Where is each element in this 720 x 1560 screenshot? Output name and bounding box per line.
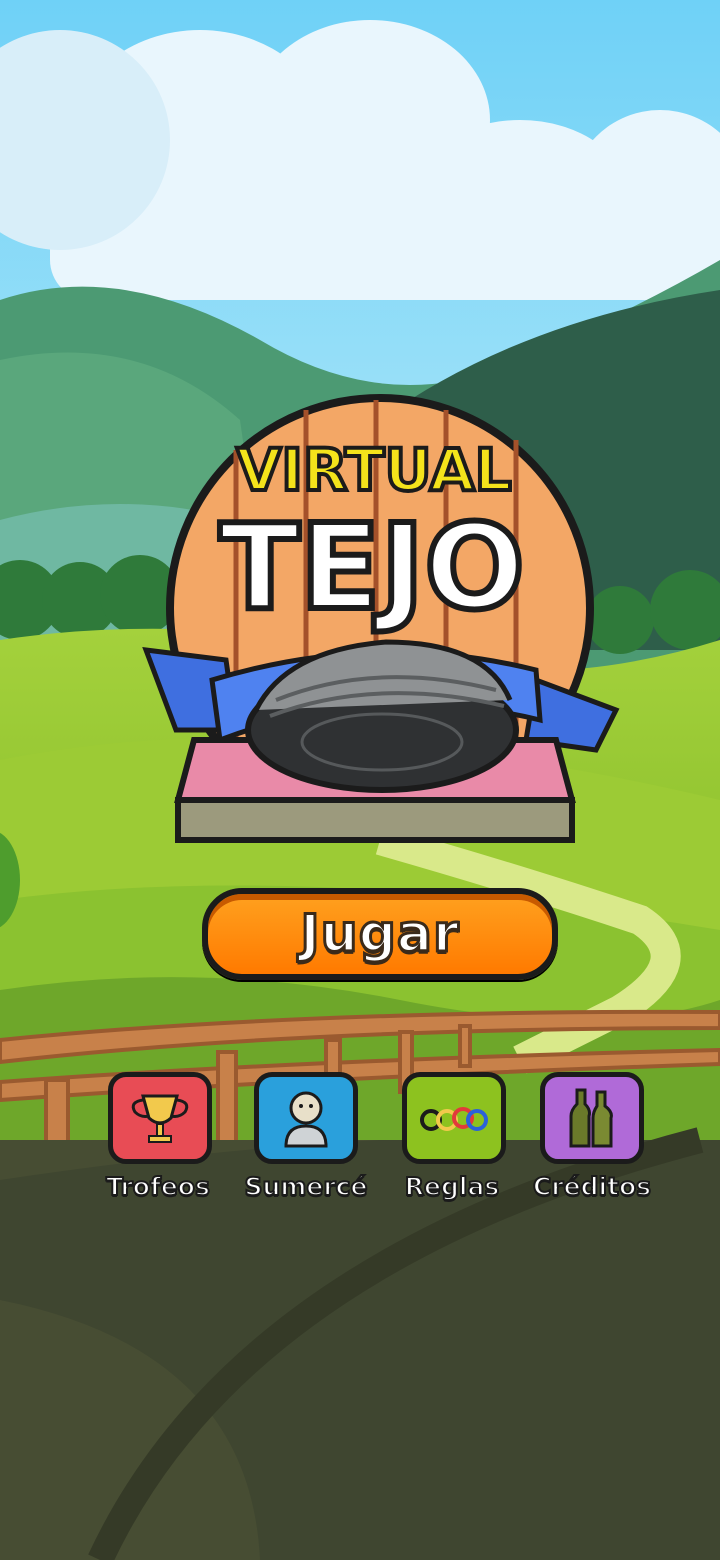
profile-button[interactable]	[254, 1072, 358, 1164]
game-logo: VIRTUAL TEJO	[142, 394, 620, 843]
trophies-button[interactable]	[108, 1072, 212, 1164]
credits-button[interactable]	[540, 1072, 644, 1164]
play-button[interactable]: Jugar	[202, 888, 558, 980]
menu-label-rules: Reglas	[404, 1171, 500, 1202]
menu-label-trophies: Trofeos	[105, 1171, 211, 1202]
play-button-label: Jugar	[299, 903, 460, 966]
rules-button[interactable]	[402, 1072, 506, 1164]
trophy-icon	[131, 1094, 189, 1143]
menu-label-profile: Sumercé	[244, 1171, 369, 1202]
credits-bottles-icon	[569, 1088, 613, 1148]
menu-label-credits: Créditos	[532, 1171, 652, 1202]
logo-title-main: TEJO	[219, 498, 524, 636]
profile-icon	[284, 1091, 328, 1148]
logo-title-top: VIRTUAL	[236, 436, 511, 504]
rules-rings-icon	[420, 1107, 488, 1131]
